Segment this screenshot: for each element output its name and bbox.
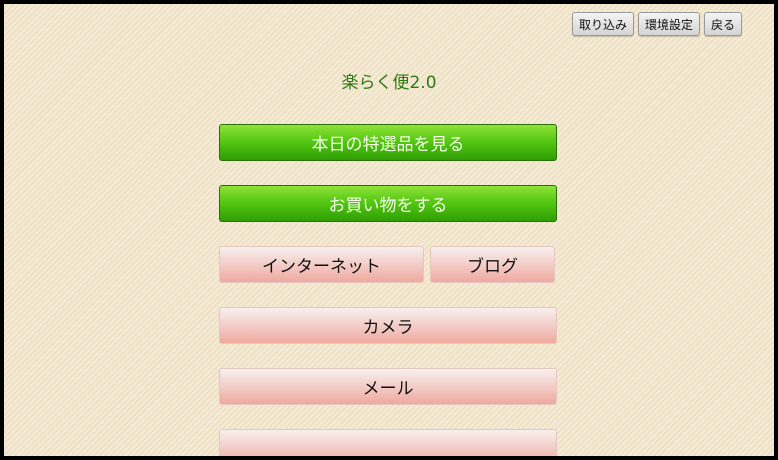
shopping-button[interactable]: お買い物をする — [219, 185, 557, 222]
special-items-button[interactable]: 本日の特選品を見る — [219, 124, 557, 161]
mail-button[interactable]: メール — [219, 368, 557, 405]
camera-button[interactable]: カメラ — [219, 307, 557, 344]
app-screen: 取り込み 環境設定 戻る 楽らく便2.0 本日の特選品を見る お買い物をする イ… — [4, 4, 774, 456]
partial-menu-button[interactable] — [219, 429, 557, 456]
blog-button[interactable]: ブログ — [430, 246, 555, 283]
import-button[interactable]: 取り込み — [571, 12, 634, 36]
internet-button[interactable]: インターネット — [219, 246, 424, 283]
app-title: 楽らく便2.0 — [341, 73, 437, 93]
back-button[interactable]: 戻る — [703, 12, 742, 36]
top-toolbar: 取り込み 環境設定 戻る — [571, 12, 742, 36]
settings-button[interactable]: 環境設定 — [637, 12, 700, 36]
